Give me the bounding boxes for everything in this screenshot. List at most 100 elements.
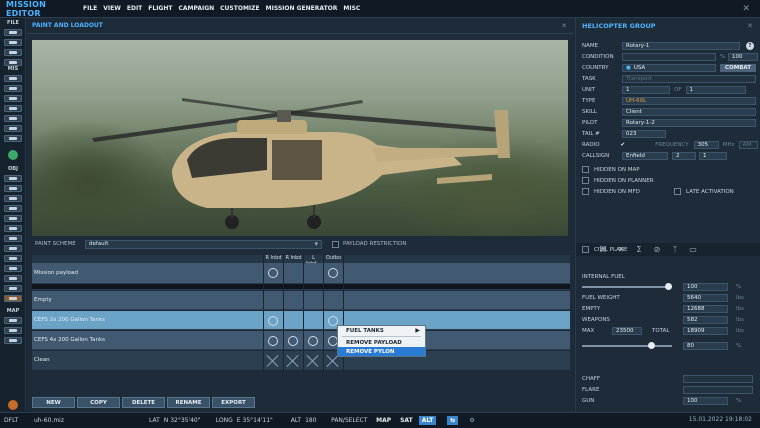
airplane-icon[interactable] (4, 175, 22, 182)
close-icon[interactable]: ✕ (742, 4, 750, 14)
task-select[interactable]: Transport (622, 74, 756, 83)
pylon-slot-icon[interactable] (308, 336, 318, 346)
panel-close-icon[interactable]: ✕ (747, 22, 753, 30)
unit-field[interactable]: 1 (622, 85, 670, 94)
late-activation-checkbox[interactable] (674, 188, 681, 195)
flare-field[interactable] (683, 385, 753, 394)
skill-select[interactable]: Client (622, 107, 756, 116)
country-select[interactable]: ● USA (622, 63, 716, 72)
check-icon[interactable] (4, 125, 22, 132)
menu-mission-generator[interactable]: MISSION GENERATOR (266, 5, 338, 12)
warehouse-icon[interactable] (4, 295, 22, 302)
menu-edit[interactable]: EDIT (127, 5, 142, 12)
frequency-field[interactable]: 305 (693, 140, 719, 149)
fly-icon[interactable] (4, 135, 22, 142)
helicopter-icon[interactable] (4, 185, 22, 192)
callsign-number-1[interactable]: 2 (672, 151, 696, 160)
menu-item-remove-payload[interactable]: REMOVE PAYLOAD (338, 338, 425, 347)
briefing-icon[interactable] (4, 105, 22, 112)
trigger-icon[interactable] (4, 95, 22, 102)
menu-customize[interactable]: CUSTOMIZE (220, 5, 259, 12)
table-row[interactable]: CEFS 4x 200 Gallon Tanks (32, 331, 570, 350)
cargo-slider[interactable] (582, 341, 672, 349)
nav-point-icon[interactable] (4, 265, 22, 272)
table-row-selected[interactable]: CEFS 2x 200 Gallon Tanks (32, 311, 570, 330)
table-row[interactable]: Mission payload (32, 263, 570, 284)
exit-icon[interactable] (8, 400, 18, 410)
slider-handle[interactable] (648, 341, 656, 349)
static-icon[interactable] (4, 215, 22, 222)
ship-icon[interactable] (4, 195, 22, 202)
group-icon[interactable] (4, 285, 22, 292)
slider-handle[interactable] (665, 282, 672, 290)
goals-icon[interactable] (4, 115, 22, 122)
menu-view[interactable]: VIEW (103, 5, 121, 12)
table-row[interactable]: Clean (32, 351, 570, 370)
menu-misc[interactable]: MISC (343, 5, 360, 12)
target-icon[interactable] (4, 255, 22, 262)
payload-restriction-checkbox[interactable] (332, 240, 339, 248)
menu-file[interactable]: FILE (83, 5, 97, 12)
info-icon[interactable] (8, 150, 18, 160)
civil-plane-checkbox[interactable] (582, 246, 589, 253)
map-view-button[interactable]: MAP (373, 416, 394, 425)
help-icon[interactable]: ? (746, 41, 754, 50)
chaff-field[interactable] (683, 374, 753, 383)
pylon-slot-icon[interactable] (328, 268, 338, 278)
tail-field[interactable]: 023 (622, 129, 666, 138)
combat-button[interactable]: COMBAT (720, 63, 756, 72)
callsign-select[interactable]: Enfield (622, 151, 668, 160)
pilot-field[interactable]: Rotary-1-2 (622, 118, 756, 127)
settings-icon[interactable]: ⚙ (469, 417, 474, 424)
vehicle-icon[interactable] (4, 205, 22, 212)
hidden-on-map-checkbox[interactable] (582, 166, 589, 173)
ruler-icon[interactable] (4, 337, 22, 344)
draw-icon[interactable] (4, 327, 22, 334)
callsign-number-2[interactable]: 1 (699, 151, 727, 160)
pylon-slot-icon[interactable] (288, 336, 298, 346)
name-field[interactable]: Rotary-1 (622, 41, 740, 50)
layer-select[interactable]: DFLT (4, 417, 34, 424)
internal-fuel-field[interactable]: 100 (683, 282, 728, 291)
modulation-select[interactable]: AM (738, 140, 758, 149)
new-button[interactable]: NEW (32, 397, 75, 408)
internal-fuel-slider[interactable] (582, 282, 672, 290)
mission-tool-icon[interactable] (4, 75, 22, 82)
pylon-slot-icon[interactable] (268, 316, 278, 326)
save-as-icon[interactable] (4, 59, 22, 66)
menu-campaign[interactable]: CAMPAIGN (178, 5, 214, 12)
condition-field[interactable]: 100 (728, 52, 759, 61)
export-button[interactable]: EXPORT (212, 397, 255, 408)
panel-close-icon[interactable]: ✕ (561, 22, 567, 30)
zone-icon[interactable] (4, 235, 22, 242)
gun-field[interactable]: 100 (683, 396, 728, 405)
hidden-on-planner-checkbox[interactable] (582, 177, 589, 184)
open-mission-icon[interactable] (4, 39, 22, 46)
menu-flight[interactable]: FLIGHT (148, 5, 172, 12)
save-mission-icon[interactable] (4, 49, 22, 56)
pylon-slot-icon[interactable] (268, 268, 278, 278)
template-icon[interactable] (4, 275, 22, 282)
rename-button[interactable]: RENAME (167, 397, 210, 408)
measure-icon[interactable]: ⇆ (447, 416, 459, 425)
pan-select-mode[interactable]: PAN/SELECT (331, 417, 373, 424)
paint-scheme-select[interactable]: default (85, 239, 322, 249)
unit-total-field[interactable]: 1 (685, 85, 746, 94)
copy-button[interactable]: COPY (77, 397, 120, 408)
route-icon[interactable] (4, 245, 22, 252)
type-select[interactable]: UH-60L (622, 96, 756, 105)
alt-view-button[interactable]: ALT (418, 416, 437, 425)
radio-check-icon[interactable]: ✔ (620, 142, 655, 148)
menu-item-remove-pylon[interactable]: REMOVE PYLON (338, 347, 425, 356)
new-mission-icon[interactable] (4, 29, 22, 36)
map-layers-icon[interactable] (4, 317, 22, 324)
weather-icon[interactable] (4, 85, 22, 92)
pylon-slot-icon[interactable] (268, 336, 278, 346)
table-row[interactable]: Empty (32, 291, 570, 310)
cargo-field[interactable]: 80 (683, 341, 728, 350)
delete-button[interactable]: DELETE (122, 397, 165, 408)
hidden-on-mfd-checkbox[interactable] (582, 188, 589, 195)
sat-view-button[interactable]: SAT (397, 416, 416, 425)
condition-slider[interactable] (621, 52, 716, 61)
menu-item-fuel-tanks[interactable]: FUEL TANKS ▶ (338, 326, 425, 335)
